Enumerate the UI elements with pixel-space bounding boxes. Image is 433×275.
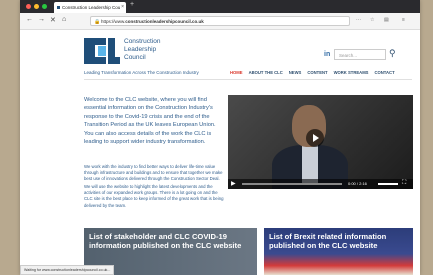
play-icon xyxy=(313,134,319,142)
site-name-line-1: Construction xyxy=(124,38,161,45)
site-name: Construction Leadership Council xyxy=(124,38,161,62)
browser-tab[interactable]: Construction Leadership Cou × xyxy=(54,2,126,13)
browser-window: Construction Leadership Cou × + ← → ✕ ⌂ … xyxy=(20,0,420,275)
menu-item-home[interactable]: HOME xyxy=(230,70,243,75)
fullscreen-icon[interactable]: ⛶ xyxy=(402,180,406,187)
maximize-window-button[interactable] xyxy=(42,4,47,9)
tagline: Leading Transformation Across The Constr… xyxy=(84,70,199,75)
close-window-button[interactable] xyxy=(26,4,31,9)
new-tab-icon[interactable]: + xyxy=(130,1,134,8)
video-controls: ▶ 0:00 / 2:16 ⛶ xyxy=(228,179,413,189)
url-bar[interactable]: 🔒 https://www.constructionleadershipcoun… xyxy=(90,16,350,26)
back-arrow-icon[interactable]: ← xyxy=(26,16,33,23)
bookmark-star-icon[interactable]: ☆ xyxy=(370,17,374,23)
control-play-icon[interactable]: ▶ xyxy=(231,180,236,187)
body-paragraph-2: We work with the industry to find better… xyxy=(84,164,223,182)
brexit-info-card[interactable]: List of Brexit related information publi… xyxy=(264,228,413,275)
site-name-line-3: Council xyxy=(124,54,146,61)
search-icon[interactable]: ⚲ xyxy=(389,48,396,59)
site-name-line-2: Leadership xyxy=(124,46,157,53)
clc-logo-icon[interactable] xyxy=(84,38,120,64)
minimize-window-button[interactable] xyxy=(34,4,39,9)
header-divider xyxy=(84,79,412,80)
video-progress-bar[interactable] xyxy=(242,183,342,185)
tab-strip: Construction Leadership Cou × + xyxy=(20,0,420,13)
lock-icon: 🔒 xyxy=(94,19,101,25)
url-prefix: https://www. xyxy=(101,19,126,24)
menu-item-about[interactable]: ABOUT THE CLC xyxy=(249,70,283,75)
body-paragraph-3: We will use the website to highlight the… xyxy=(84,184,224,208)
favicon-icon xyxy=(57,6,60,9)
main-menu: HOME ABOUT THE CLC NEWS CONTENT WORK STR… xyxy=(230,70,395,75)
reload-icon[interactable]: ✕ xyxy=(50,16,56,24)
more-options-icon[interactable]: ··· xyxy=(356,17,361,23)
menu-item-news[interactable]: NEWS xyxy=(289,70,302,75)
status-bar: Waiting for www.constructionleadershipco… xyxy=(20,265,115,275)
menu-item-work-streams[interactable]: WORK STREAMS xyxy=(334,70,369,75)
play-button[interactable] xyxy=(306,129,324,147)
menu-icon[interactable]: ≡ xyxy=(402,17,405,23)
navigation-bar: ← → ✕ ⌂ 🔒 https://www.constructionleader… xyxy=(20,13,420,30)
volume-slider[interactable] xyxy=(378,183,398,185)
web-page: Construction Leadership Council in Searc… xyxy=(20,30,420,275)
video-time: 0:00 / 2:16 xyxy=(348,181,367,186)
search-input[interactable]: Search... xyxy=(334,49,386,60)
menu-item-contact[interactable]: CONTACT xyxy=(374,70,394,75)
reader-view-icon[interactable]: ▤ xyxy=(384,17,389,23)
intro-text: Welcome to the CLC website, where you wi… xyxy=(84,97,216,146)
home-icon[interactable]: ⌂ xyxy=(62,16,66,23)
linkedin-icon[interactable]: in xyxy=(324,51,330,58)
tab-title: Construction Leadership Cou xyxy=(62,5,121,10)
forward-arrow-icon[interactable]: → xyxy=(38,16,45,23)
video-player[interactable]: ▶ 0:00 / 2:16 ⛶ xyxy=(228,95,413,189)
menu-item-content[interactable]: CONTENT xyxy=(307,70,327,75)
tab-close-icon[interactable]: × xyxy=(121,2,124,13)
url-host: constructionleadershipcouncil.co.uk xyxy=(125,19,204,24)
